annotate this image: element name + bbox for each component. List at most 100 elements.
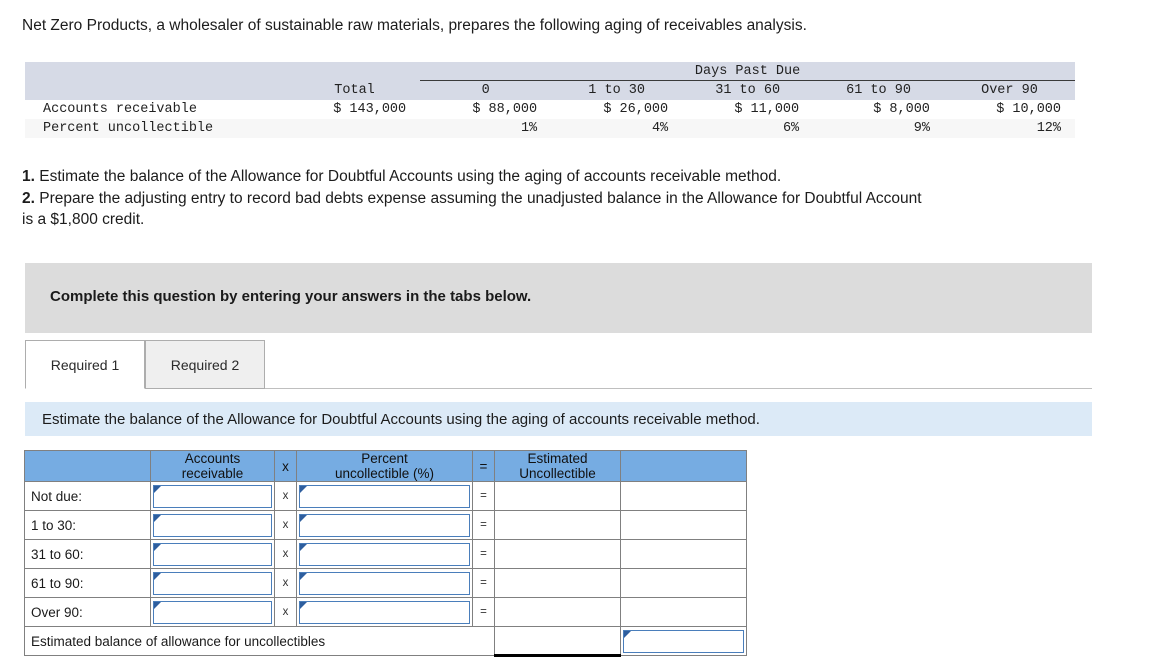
cell-ar-not-due[interactable] — [150, 481, 275, 511]
aging-header-blank — [25, 80, 289, 100]
allowance-computation-table: Accounts receivable x Percent uncollecti… — [24, 450, 747, 657]
operator-equals-1-to-30: = — [472, 510, 495, 540]
tab-required-2[interactable]: Required 2 — [145, 340, 265, 389]
input-pct-31-to-60[interactable] — [299, 542, 470, 566]
answer-header-equals: = — [472, 450, 495, 482]
table-row: Over 90: x = — [24, 597, 747, 627]
answer-header-blank — [24, 450, 151, 482]
aging-column-header-row: Total 0 1 to 30 31 to 60 61 to 90 Over 9… — [25, 80, 1075, 100]
days-past-due-header: Days Past Due — [420, 62, 1075, 81]
requirement-1-line: 1. Estimate the balance of the Allowance… — [22, 166, 1172, 188]
tab-strip: Required 1 Required 2 — [25, 340, 1092, 390]
input-estimated-balance-total[interactable] — [623, 629, 744, 653]
input-ar-not-due[interactable] — [153, 484, 272, 508]
answer-header-multiply: x — [274, 450, 297, 482]
requirement-2-line-continued: is a $1,800 credit. — [22, 211, 145, 228]
tab-required-1[interactable]: Required 1 — [25, 340, 145, 389]
pct-over-90-value: 12% — [943, 119, 1075, 138]
row-label-61-to-90: 61 to 90: — [24, 568, 151, 598]
cell-total-31-to-60 — [620, 539, 747, 569]
pct-61-90-value: 9% — [813, 119, 944, 138]
requirement-2-line: 2. Prepare the adjusting entry to record… — [22, 188, 1172, 210]
cell-pct-61-to-90[interactable] — [296, 568, 473, 598]
accounts-receivable-row: Accounts receivable $ 143,000 $ 88,000 $… — [25, 100, 1075, 119]
aging-of-receivables-table: Days Past Due Total 0 1 to 30 31 to 60 6… — [25, 62, 1075, 138]
operator-equals-over-90: = — [472, 597, 495, 627]
answer-header-est-line1: Estimated — [527, 451, 588, 466]
row-label-over-90: Over 90: — [24, 597, 151, 627]
cell-pct-not-due[interactable] — [296, 481, 473, 511]
requirements-list: 1. Estimate the balance of the Allowance… — [22, 166, 1172, 231]
aging-col-31-to-60: 31 to 60 — [682, 80, 814, 100]
operator-multiply-61-to-90: x — [274, 568, 297, 598]
cell-estimated-31-to-60 — [494, 539, 621, 569]
cell-summary-total[interactable] — [620, 626, 747, 656]
input-ar-61-to-90[interactable] — [153, 571, 272, 595]
cell-estimated-over-90 — [494, 597, 621, 627]
operator-multiply-1-to-30: x — [274, 510, 297, 540]
aging-col-1-to-30: 1 to 30 — [551, 80, 683, 100]
answer-grid-wrapper: Accounts receivable x Percent uncollecti… — [24, 450, 747, 657]
aging-col-over-90: Over 90 — [943, 80, 1075, 100]
answer-header-accounts-receivable: Accounts receivable — [150, 450, 275, 482]
summary-label: Estimated balance of allowance for uncol… — [24, 626, 495, 656]
row-label-not-due: Not due: — [24, 481, 151, 511]
ar-over-90-value: $ 10,000 — [943, 100, 1075, 119]
tab-instruction-bar: Estimate the balance of the Allowance fo… — [25, 402, 1092, 436]
instruction-banner: Complete this question by entering your … — [25, 263, 1092, 333]
row-label-31-to-60: 31 to 60: — [24, 539, 151, 569]
tab-required-1-label: Required 1 — [50, 356, 120, 373]
answer-header-pct-line2: uncollectible (%) — [334, 466, 435, 481]
cell-estimated-1-to-30 — [494, 510, 621, 540]
input-pct-over-90[interactable] — [299, 600, 470, 624]
tab-instruction-text: Estimate the balance of the Allowance fo… — [42, 410, 760, 428]
cell-ar-over-90[interactable] — [150, 597, 275, 627]
answer-header-pct-line1: Percent — [361, 451, 408, 466]
intro-paragraph: Net Zero Products, a wholesaler of susta… — [22, 17, 807, 34]
aging-group-header-row: Days Past Due — [25, 62, 1075, 81]
percent-uncollectible-row: Percent uncollectible 1% 4% 6% 9% 12% — [25, 119, 1075, 138]
table-row: 31 to 60: x = — [24, 539, 747, 569]
input-ar-31-to-60[interactable] — [153, 542, 272, 566]
requirement-1-text: Estimate the balance of the Allowance fo… — [39, 168, 782, 185]
cell-ar-61-to-90[interactable] — [150, 568, 275, 598]
pct-0-value: 1% — [420, 119, 552, 138]
ar-61-90-value: $ 8,000 — [813, 100, 944, 119]
aging-corner-cell — [25, 62, 289, 81]
input-ar-over-90[interactable] — [153, 600, 272, 624]
ar-0-value: $ 88,000 — [420, 100, 552, 119]
table-row: 61 to 90: x = — [24, 568, 747, 598]
input-ar-1-to-30[interactable] — [153, 513, 272, 537]
requirement-2-number: 2. — [22, 189, 35, 207]
answer-grid-header-row: Accounts receivable x Percent uncollecti… — [24, 450, 747, 482]
cell-ar-31-to-60[interactable] — [150, 539, 275, 569]
operator-equals-not-due: = — [472, 481, 495, 511]
cell-pct-1-to-30[interactable] — [296, 510, 473, 540]
ar-total-value: $ 143,000 — [288, 100, 421, 119]
operator-equals-61-to-90: = — [472, 568, 495, 598]
answer-header-percent-uncollectible: Percent uncollectible (%) — [296, 450, 473, 482]
table-row: 1 to 30: x = — [24, 510, 747, 540]
cell-total-over-90 — [620, 597, 747, 627]
operator-multiply-31-to-60: x — [274, 539, 297, 569]
answer-header-total — [620, 450, 747, 482]
answer-header-est-line2: Uncollectible — [519, 466, 596, 481]
aging-total-spacer — [288, 62, 421, 81]
cell-total-1-to-30 — [620, 510, 747, 540]
input-pct-61-to-90[interactable] — [299, 571, 470, 595]
requirement-1-number: 1. — [22, 168, 35, 185]
cell-estimated-61-to-90 — [494, 568, 621, 598]
input-pct-1-to-30[interactable] — [299, 513, 470, 537]
answer-header-ar-line1: Accounts — [184, 451, 241, 466]
aging-col-0: 0 — [420, 80, 552, 100]
pct-1-30-value: 4% — [551, 119, 683, 138]
cell-estimated-not-due — [494, 481, 621, 511]
cell-ar-1-to-30[interactable] — [150, 510, 275, 540]
requirement-2-text: Prepare the adjusting entry to record ba… — [39, 189, 922, 207]
cell-pct-over-90[interactable] — [296, 597, 473, 627]
row-label-1-to-30: 1 to 30: — [24, 510, 151, 540]
input-pct-not-due[interactable] — [299, 484, 470, 508]
cell-pct-31-to-60[interactable] — [296, 539, 473, 569]
operator-equals-31-to-60: = — [472, 539, 495, 569]
ar-31-60-value: $ 11,000 — [682, 100, 814, 119]
